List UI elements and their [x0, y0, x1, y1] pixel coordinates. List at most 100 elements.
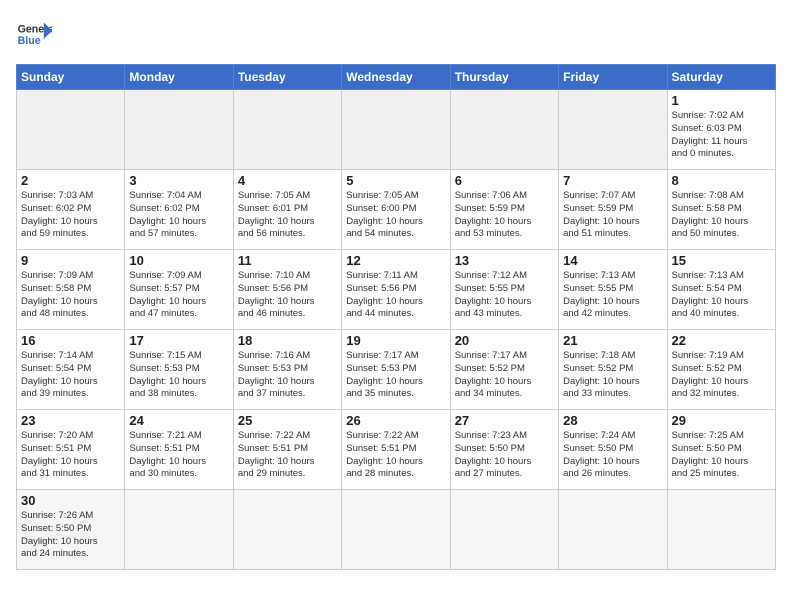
- day-info: Sunrise: 7:14 AMSunset: 5:54 PMDaylight:…: [21, 350, 120, 401]
- calendar-cell: 25 Sunrise: 7:22 AMSunset: 5:51 PMDayligh…: [233, 410, 341, 490]
- day-info: Sunrise: 7:21 AMSunset: 5:51 PMDaylight:…: [129, 430, 228, 481]
- svg-text:Blue: Blue: [18, 35, 41, 47]
- calendar-cell: 29 Sunrise: 7:25 AMSunset: 5:50 PMDayligh…: [667, 410, 775, 490]
- day-number: 19: [346, 333, 445, 348]
- calendar-cell: 6 Sunrise: 7:06 AMSunset: 5:59 PMDaylight…: [450, 170, 558, 250]
- day-info: Sunrise: 7:22 AMSunset: 5:51 PMDaylight:…: [346, 430, 445, 481]
- week-row-4: 23 Sunrise: 7:20 AMSunset: 5:51 PMDayligh…: [17, 410, 776, 490]
- day-number: 26: [346, 413, 445, 428]
- calendar-cell: 27Sunrise: 7:23 AMSunset: 5:50 PMDayligh…: [450, 410, 558, 490]
- day-number: 22: [672, 333, 771, 348]
- day-info: Sunrise: 7:25 AMSunset: 5:50 PMDaylight:…: [672, 430, 771, 481]
- day-info: Sunrise: 7:22 AMSunset: 5:51 PMDaylight:…: [238, 430, 337, 481]
- calendar-cell: 4 Sunrise: 7:05 AMSunset: 6:01 PMDaylight…: [233, 170, 341, 250]
- calendar-cell: [450, 90, 558, 170]
- day-info: Sunrise: 7:23 AMSunset: 5:50 PMDaylight:…: [455, 430, 554, 481]
- calendar-cell: 28Sunrise: 7:24 AMSunset: 5:50 PMDayligh…: [559, 410, 667, 490]
- calendar-cell: 8 Sunrise: 7:08 AMSunset: 5:58 PMDaylight…: [667, 170, 775, 250]
- calendar-cell: [342, 90, 450, 170]
- day-number: 7: [563, 173, 662, 188]
- day-number: 25: [238, 413, 337, 428]
- logo: General Blue: [16, 16, 52, 52]
- day-info: Sunrise: 7:05 AMSunset: 6:01 PMDaylight:…: [238, 190, 337, 241]
- weekday-header-wednesday: Wednesday: [342, 65, 450, 90]
- day-number: 5: [346, 173, 445, 188]
- calendar-cell: [125, 490, 233, 570]
- calendar-cell: 10 Sunrise: 7:09 AMSunset: 5:57 PMDayligh…: [125, 250, 233, 330]
- day-info: Sunrise: 7:06 AMSunset: 5:59 PMDaylight:…: [455, 190, 554, 241]
- day-number: 9: [21, 253, 120, 268]
- logo-icon: General Blue: [16, 16, 52, 52]
- day-number: 29: [672, 413, 771, 428]
- weekday-header-friday: Friday: [559, 65, 667, 90]
- day-info: Sunrise: 7:10 AMSunset: 5:56 PMDaylight:…: [238, 270, 337, 321]
- weekday-header-sunday: Sunday: [17, 65, 125, 90]
- day-info: Sunrise: 7:16 AMSunset: 5:53 PMDaylight:…: [238, 350, 337, 401]
- calendar-cell: 7 Sunrise: 7:07 AMSunset: 5:59 PMDaylight…: [559, 170, 667, 250]
- day-info: Sunrise: 7:20 AMSunset: 5:51 PMDaylight:…: [21, 430, 120, 481]
- calendar-cell: [342, 490, 450, 570]
- calendar-cell: [559, 490, 667, 570]
- calendar-cell: 3Sunrise: 7:04 AMSunset: 6:02 PMDaylight…: [125, 170, 233, 250]
- calendar-cell: 12 Sunrise: 7:11 AMSunset: 5:56 PMDayligh…: [342, 250, 450, 330]
- calendar-cell: 20Sunrise: 7:17 AMSunset: 5:52 PMDayligh…: [450, 330, 558, 410]
- day-info: Sunrise: 7:03 AMSunset: 6:02 PMDaylight:…: [21, 190, 120, 241]
- calendar-cell: 9Sunrise: 7:09 AMSunset: 5:58 PMDaylight…: [17, 250, 125, 330]
- calendar-cell: 16Sunrise: 7:14 AMSunset: 5:54 PMDayligh…: [17, 330, 125, 410]
- day-info: Sunrise: 7:19 AMSunset: 5:52 PMDaylight:…: [672, 350, 771, 401]
- day-info: Sunrise: 7:07 AMSunset: 5:59 PMDaylight:…: [563, 190, 662, 241]
- day-info: Sunrise: 7:13 AMSunset: 5:55 PMDaylight:…: [563, 270, 662, 321]
- calendar-cell: [559, 90, 667, 170]
- weekday-header-monday: Monday: [125, 65, 233, 90]
- day-number: 4: [238, 173, 337, 188]
- day-info: Sunrise: 7:26 AMSunset: 5:50 PMDaylight:…: [21, 510, 120, 561]
- calendar-cell: 24 Sunrise: 7:21 AMSunset: 5:51 PMDayligh…: [125, 410, 233, 490]
- day-info: Sunrise: 7:05 AMSunset: 6:00 PMDaylight:…: [346, 190, 445, 241]
- day-number: 2: [21, 173, 120, 188]
- day-number: 6: [455, 173, 554, 188]
- calendar-cell: 19Sunrise: 7:17 AMSunset: 5:53 PMDayligh…: [342, 330, 450, 410]
- day-number: 23: [21, 413, 120, 428]
- day-info: Sunrise: 7:17 AMSunset: 5:52 PMDaylight:…: [455, 350, 554, 401]
- calendar-cell: 1 Sunrise: 7:02 AMSunset: 6:03 PMDaylight…: [667, 90, 775, 170]
- weekday-header-tuesday: Tuesday: [233, 65, 341, 90]
- calendar-cell: 23 Sunrise: 7:20 AMSunset: 5:51 PMDayligh…: [17, 410, 125, 490]
- day-info: Sunrise: 7:12 AMSunset: 5:55 PMDaylight:…: [455, 270, 554, 321]
- day-number: 11: [238, 253, 337, 268]
- calendar-cell: 30 Sunrise: 7:26 AMSunset: 5:50 PMDayligh…: [17, 490, 125, 570]
- week-row-3: 16Sunrise: 7:14 AMSunset: 5:54 PMDayligh…: [17, 330, 776, 410]
- day-number: 8: [672, 173, 771, 188]
- calendar-cell: [233, 90, 341, 170]
- calendar-cell: 21Sunrise: 7:18 AMSunset: 5:52 PMDayligh…: [559, 330, 667, 410]
- day-number: 30: [21, 493, 120, 508]
- calendar-cell: 11 Sunrise: 7:10 AMSunset: 5:56 PMDayligh…: [233, 250, 341, 330]
- week-row-2: 9Sunrise: 7:09 AMSunset: 5:58 PMDaylight…: [17, 250, 776, 330]
- day-number: 28: [563, 413, 662, 428]
- week-row-0: 1 Sunrise: 7:02 AMSunset: 6:03 PMDaylight…: [17, 90, 776, 170]
- weekday-header-saturday: Saturday: [667, 65, 775, 90]
- day-number: 13: [455, 253, 554, 268]
- calendar-cell: 15Sunrise: 7:13 AMSunset: 5:54 PMDayligh…: [667, 250, 775, 330]
- calendar-cell: [17, 90, 125, 170]
- day-info: Sunrise: 7:13 AMSunset: 5:54 PMDaylight:…: [672, 270, 771, 321]
- day-number: 1: [672, 93, 771, 108]
- day-number: 24: [129, 413, 228, 428]
- day-number: 18: [238, 333, 337, 348]
- day-number: 14: [563, 253, 662, 268]
- day-info: Sunrise: 7:08 AMSunset: 5:58 PMDaylight:…: [672, 190, 771, 241]
- calendar-cell: [125, 90, 233, 170]
- day-number: 12: [346, 253, 445, 268]
- day-info: Sunrise: 7:11 AMSunset: 5:56 PMDaylight:…: [346, 270, 445, 321]
- day-info: Sunrise: 7:02 AMSunset: 6:03 PMDaylight:…: [672, 110, 771, 161]
- day-info: Sunrise: 7:09 AMSunset: 5:57 PMDaylight:…: [129, 270, 228, 321]
- day-number: 10: [129, 253, 228, 268]
- calendar-cell: 13 Sunrise: 7:12 AMSunset: 5:55 PMDayligh…: [450, 250, 558, 330]
- header: General Blue: [16, 16, 776, 52]
- week-row-1: 2 Sunrise: 7:03 AMSunset: 6:02 PMDaylight…: [17, 170, 776, 250]
- calendar-cell: 18 Sunrise: 7:16 AMSunset: 5:53 PMDayligh…: [233, 330, 341, 410]
- day-number: 17: [129, 333, 228, 348]
- day-info: Sunrise: 7:04 AMSunset: 6:02 PMDaylight:…: [129, 190, 228, 241]
- day-number: 21: [563, 333, 662, 348]
- calendar-cell: 17Sunrise: 7:15 AMSunset: 5:53 PMDayligh…: [125, 330, 233, 410]
- calendar-cell: 26 Sunrise: 7:22 AMSunset: 5:51 PMDayligh…: [342, 410, 450, 490]
